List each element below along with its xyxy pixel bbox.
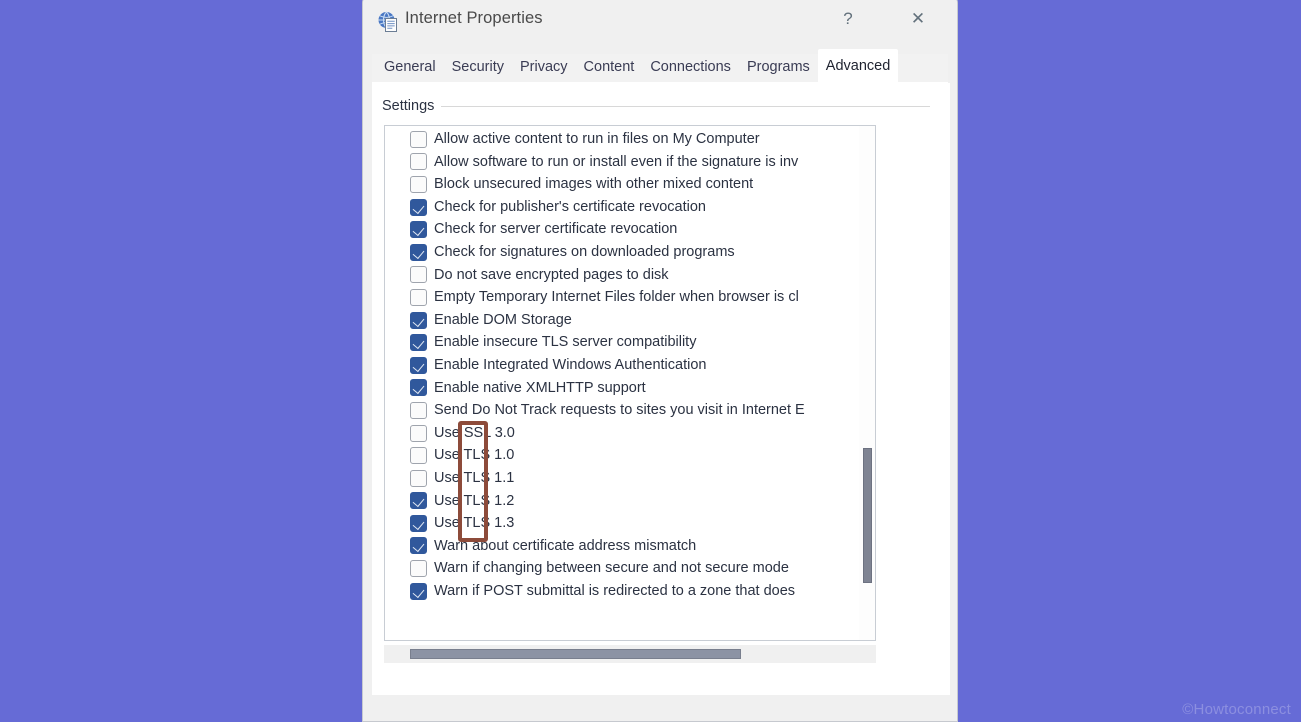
setting-row[interactable]: Warn if POST submittal is redirected to … — [385, 580, 875, 603]
tab-security[interactable]: Security — [444, 54, 512, 83]
checkbox-unchecked-icon[interactable] — [410, 401, 427, 419]
tab-advanced[interactable]: Advanced — [817, 48, 899, 84]
checkbox-unchecked-icon[interactable] — [410, 447, 427, 465]
checkbox-checked-icon[interactable] — [410, 334, 427, 352]
tab-content[interactable]: Content — [576, 54, 643, 83]
title-bar: Internet Properties ? ✕ — [363, 0, 957, 43]
setting-row[interactable]: Warn if changing between secure and not … — [385, 557, 875, 580]
setting-row[interactable]: Enable native XMLHTTP support — [385, 377, 875, 400]
settings-group-box: Settings Allow active content to run in … — [382, 99, 930, 663]
setting-row[interactable]: Check for signatures on downloaded progr… — [385, 241, 875, 264]
setting-label: Warn about certificate address mismatch — [434, 537, 697, 554]
setting-label: Empty Temporary Internet Files folder wh… — [434, 289, 799, 306]
setting-label: Check for publisher's certificate revoca… — [434, 198, 706, 215]
checkbox-unchecked-icon[interactable] — [410, 153, 427, 171]
setting-row[interactable]: Check for server certificate revocation — [385, 218, 875, 241]
settings-list-vertical-scrollbar-thumb[interactable] — [863, 448, 872, 583]
checkbox-checked-icon[interactable] — [410, 582, 427, 600]
checkbox-unchecked-icon[interactable] — [410, 175, 427, 193]
checkbox-checked-icon[interactable] — [410, 221, 427, 239]
setting-label: Enable insecure TLS server compatibility — [434, 334, 697, 351]
checkbox-unchecked-icon[interactable] — [410, 130, 427, 148]
checkbox-checked-icon[interactable] — [410, 243, 427, 261]
settings-items-container: Allow active content to run in files on … — [385, 128, 875, 602]
setting-row[interactable]: Use TLS 1.2 — [385, 490, 875, 513]
setting-row[interactable]: Allow software to run or install even if… — [385, 151, 875, 174]
setting-label: Use SSL 3.0 — [434, 424, 515, 441]
setting-row[interactable]: Warn about certificate address mismatch — [385, 535, 875, 558]
setting-label: Check for server certificate revocation — [434, 221, 678, 238]
setting-row[interactable]: Empty Temporary Internet Files folder wh… — [385, 286, 875, 309]
tab-list: General Security Privacy Content Connections… — [376, 47, 899, 84]
group-box-divider — [382, 106, 930, 107]
setting-label: Warn if POST submittal is redirected to … — [434, 582, 796, 599]
tab-strip: General Security Privacy Content Connections… — [363, 47, 957, 84]
checkbox-checked-icon[interactable] — [410, 537, 427, 555]
setting-label: Allow software to run or install even if… — [434, 153, 799, 170]
setting-label: Enable DOM Storage — [434, 311, 572, 328]
internet-properties-globe-icon — [377, 11, 399, 33]
checkbox-unchecked-icon[interactable] — [410, 424, 427, 442]
settings-list-horizontal-scrollbar-thumb[interactable] — [410, 649, 741, 659]
checkbox-unchecked-icon[interactable] — [410, 288, 427, 306]
help-button[interactable]: ? — [826, 3, 870, 33]
settings-list-horizontal-scrollbar[interactable] — [384, 645, 876, 663]
settings-group-label: Settings — [382, 99, 442, 114]
setting-label: Enable Integrated Windows Authentication — [434, 356, 707, 373]
checkbox-checked-icon[interactable] — [410, 198, 427, 216]
tab-connections[interactable]: Connections — [642, 54, 739, 83]
setting-label: Send Do Not Track requests to sites you … — [434, 402, 805, 419]
setting-row[interactable]: Allow active content to run in files on … — [385, 128, 875, 151]
checkbox-unchecked-icon[interactable] — [410, 560, 427, 578]
checkbox-checked-icon[interactable] — [410, 492, 427, 510]
checkbox-checked-icon[interactable] — [410, 514, 427, 532]
setting-row[interactable]: Use TLS 1.1 — [385, 467, 875, 490]
setting-row[interactable]: Enable DOM Storage — [385, 309, 875, 332]
setting-label: Use TLS 1.1 — [434, 469, 515, 486]
setting-row[interactable]: Check for publisher's certificate revoca… — [385, 196, 875, 219]
setting-row[interactable]: Use TLS 1.0 — [385, 444, 875, 467]
checkbox-unchecked-icon[interactable] — [410, 469, 427, 487]
setting-label: Do not save encrypted pages to disk — [434, 266, 669, 283]
settings-list-vertical-scrollbar[interactable] — [859, 126, 875, 640]
checkbox-checked-icon[interactable] — [410, 379, 427, 397]
setting-label: Enable native XMLHTTP support — [434, 379, 646, 396]
checkbox-checked-icon[interactable] — [410, 311, 427, 329]
setting-label: Check for signatures on downloaded progr… — [434, 244, 735, 261]
close-button[interactable]: ✕ — [896, 3, 940, 33]
window-title: Internet Properties — [405, 9, 543, 27]
checkbox-unchecked-icon[interactable] — [410, 266, 427, 284]
watermark: ©Howtoconnect — [1182, 701, 1291, 718]
advanced-settings-list[interactable]: Allow active content to run in files on … — [384, 125, 876, 641]
tab-privacy[interactable]: Privacy — [512, 54, 576, 83]
internet-properties-dialog: Internet Properties ? ✕ General Security P… — [362, 0, 958, 722]
setting-row[interactable]: Enable Integrated Windows Authentication — [385, 354, 875, 377]
setting-label: Warn if changing between secure and not … — [434, 560, 789, 577]
setting-row[interactable]: Use TLS 1.3 — [385, 512, 875, 535]
setting-label: Allow active content to run in files on … — [434, 131, 760, 148]
setting-row[interactable]: Enable insecure TLS server compatibility — [385, 331, 875, 354]
setting-label: Use TLS 1.2 — [434, 492, 515, 509]
setting-row[interactable]: Use SSL 3.0 — [385, 422, 875, 445]
setting-label: Use TLS 1.3 — [434, 515, 515, 532]
setting-row[interactable]: Do not save encrypted pages to disk — [385, 264, 875, 287]
setting-label: Block unsecured images with other mixed … — [434, 176, 754, 193]
tab-programs[interactable]: Programs — [739, 54, 818, 83]
advanced-tab-panel: Settings Allow active content to run in … — [372, 83, 950, 695]
setting-row[interactable]: Block unsecured images with other mixed … — [385, 173, 875, 196]
checkbox-checked-icon[interactable] — [410, 356, 427, 374]
setting-row[interactable]: Send Do Not Track requests to sites you … — [385, 399, 875, 422]
setting-label: Use TLS 1.0 — [434, 447, 515, 464]
tab-general[interactable]: General — [376, 54, 444, 83]
